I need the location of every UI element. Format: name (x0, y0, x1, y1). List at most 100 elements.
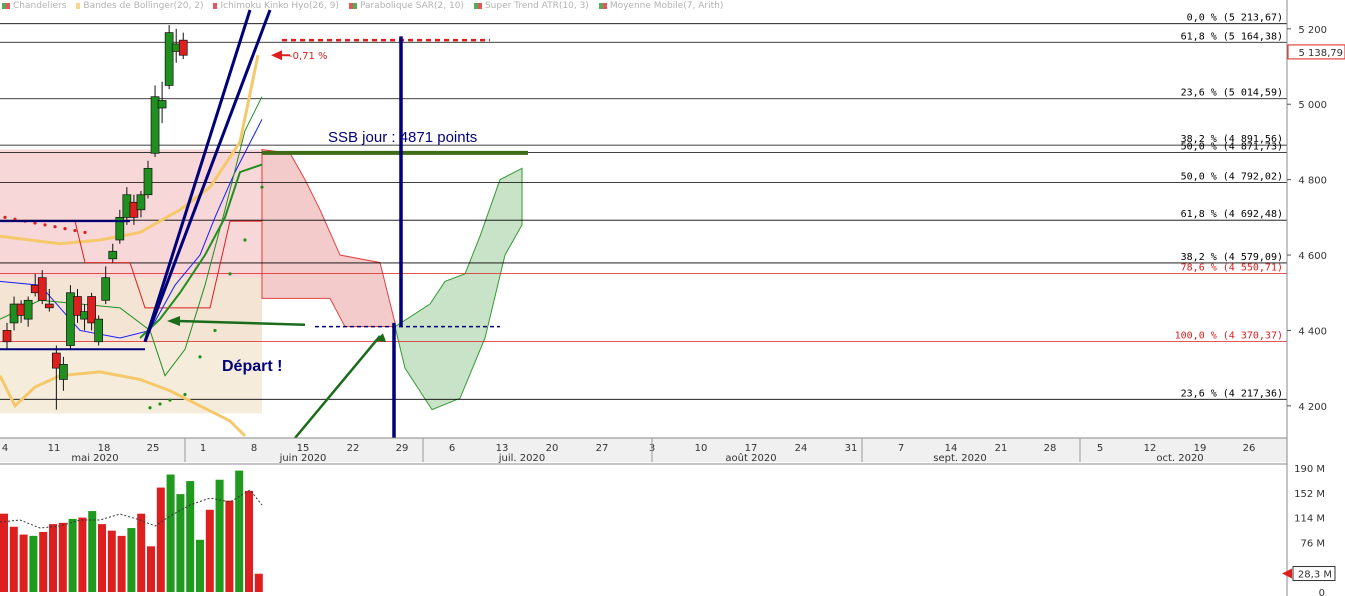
price-tick-label: 4 200 (1298, 402, 1327, 413)
volume-tick-label: 190 M (1294, 464, 1325, 475)
x-axis-day-label: 10 (695, 443, 708, 454)
volume-bar[interactable] (9, 526, 18, 592)
volume-bar[interactable] (68, 518, 77, 592)
volume-bar[interactable] (156, 487, 165, 592)
volume-tick-label: 76 M (1300, 538, 1325, 549)
sar-dot (43, 223, 47, 227)
x-axis-month-label: août 2020 (725, 452, 776, 464)
x-axis-day-label: 8 (251, 443, 257, 454)
x-axis-month-label: sept. 2020 (933, 453, 986, 464)
volume-tick-label: 152 M (1294, 489, 1325, 500)
x-axis-day-label: 25 (147, 443, 160, 454)
fibonacci-label: 38,2 % (4 579,09) (1181, 252, 1283, 263)
price-tick-label: 5 200 (1298, 25, 1327, 36)
x-axis-day-label: 29 (396, 443, 409, 454)
volume-bar[interactable] (137, 513, 146, 592)
last-volume-label: 28,3 M (1298, 570, 1332, 581)
fibonacci-label: 61,8 % (4 692,48) (1181, 209, 1283, 220)
volume-bar[interactable] (117, 535, 126, 592)
sar-dot (168, 398, 172, 402)
fibonacci-label: 50,0 % (4 792,02) (1181, 172, 1283, 183)
sar-dot (198, 355, 202, 359)
sar-dot (83, 230, 87, 235)
stock-chart[interactable]: 0,0 % (5 213,67) 61,8 % (5 164,38) 23,6 % … (0, 0, 1345, 596)
sar-dot (73, 228, 77, 233)
volume-bar[interactable] (215, 479, 224, 592)
x-axis-day-label: 20 (546, 443, 559, 454)
volume-bar[interactable] (29, 535, 38, 592)
sar-dot (183, 392, 187, 397)
sar-dot (3, 215, 7, 219)
x-axis-month-label: oct. 2020 (1156, 453, 1203, 464)
volume-bar[interactable] (147, 546, 155, 592)
candle-body[interactable] (44, 303, 54, 309)
volume-bar[interactable] (245, 490, 253, 592)
volume-bar[interactable] (254, 573, 263, 592)
x-axis-day-label: 22 (347, 443, 360, 454)
x-axis-day-label: 6 (449, 443, 455, 454)
fibonacci-label: 0,0 % (5 213,67) (1187, 13, 1283, 24)
ssb-annotation-text: SSB jour : 4871 points (328, 129, 477, 146)
candle-body[interactable] (2, 330, 12, 343)
x-axis-day-label: 27 (596, 443, 609, 454)
x-axis-day-label: 5 (1097, 443, 1103, 454)
sar-dot (243, 238, 247, 242)
volume-bar[interactable] (0, 513, 8, 592)
variation-arrow-icon (271, 50, 282, 61)
depart-annotation-text: Départ ! (222, 358, 282, 375)
candle-body[interactable] (164, 32, 174, 86)
volume-bar[interactable] (196, 539, 204, 592)
volume-bar[interactable] (58, 522, 67, 592)
volume-bar[interactable] (166, 474, 175, 592)
last-price-label: 5 138,79 (1298, 48, 1343, 59)
ichimoku-cloud-future-bullish (394, 167, 523, 411)
volume-bar[interactable] (186, 481, 195, 592)
candle-body[interactable] (178, 39, 188, 56)
sar-dot (53, 225, 57, 229)
volume-bar[interactable] (78, 517, 87, 592)
x-axis-day-label: 11 (48, 443, 61, 454)
candle-body[interactable] (143, 167, 153, 196)
fibonacci-label: 78,6 % (4 550,71) (1181, 263, 1283, 274)
volume-bar[interactable] (19, 534, 28, 592)
sar-dot (260, 185, 264, 189)
candle-body[interactable] (101, 277, 111, 301)
volume-tick-label: 114 M (1294, 514, 1325, 525)
volume-bar[interactable] (205, 509, 214, 592)
x-axis-day-label: 4 (2, 443, 8, 454)
x-axis-day-label: 1 (200, 443, 206, 454)
candle-body[interactable] (157, 100, 167, 109)
candle-body[interactable] (94, 318, 104, 343)
candle-body[interactable] (37, 277, 47, 301)
fibonacci-label: 50,0 % (4 871,73) (1181, 142, 1283, 153)
x-axis-day-label: 21 (995, 443, 1008, 454)
price-tick-label: 4 600 (1298, 251, 1327, 262)
volume-bar[interactable] (98, 524, 106, 592)
candle-body[interactable] (108, 250, 118, 260)
x-axis-day-label: 7 (898, 443, 904, 454)
fibonacci-label: 61,8 % (5 164,38) (1181, 31, 1283, 42)
volume-bar[interactable] (88, 511, 97, 592)
sar-dot (148, 406, 152, 410)
sar-dot (228, 272, 232, 276)
arrow-up-line (294, 335, 381, 439)
candle-body[interactable] (136, 194, 146, 211)
volume-bar[interactable] (127, 528, 136, 592)
arrow-up-icon (374, 333, 386, 342)
x-axis-month-label: juin 2020 (279, 453, 327, 464)
ichimoku-cloud-future-bearish (261, 148, 396, 328)
right-axis-panel (1287, 0, 1345, 596)
candle-body[interactable] (23, 299, 33, 320)
volume-bar[interactable] (49, 524, 57, 592)
volume-bar[interactable] (235, 470, 244, 592)
volume-bar[interactable] (39, 531, 48, 592)
sar-dot (158, 402, 162, 406)
volume-bar[interactable] (107, 530, 116, 592)
fibonacci-label: 23,6 % (4 217,36) (1181, 388, 1283, 399)
x-axis-day-label: 24 (795, 443, 808, 454)
sar-dot (213, 328, 217, 333)
volume-bar[interactable] (225, 500, 234, 592)
price-tick-label: 4 800 (1298, 176, 1327, 187)
x-axis-month-label: mai 2020 (71, 453, 118, 464)
candle-body[interactable] (59, 364, 68, 380)
